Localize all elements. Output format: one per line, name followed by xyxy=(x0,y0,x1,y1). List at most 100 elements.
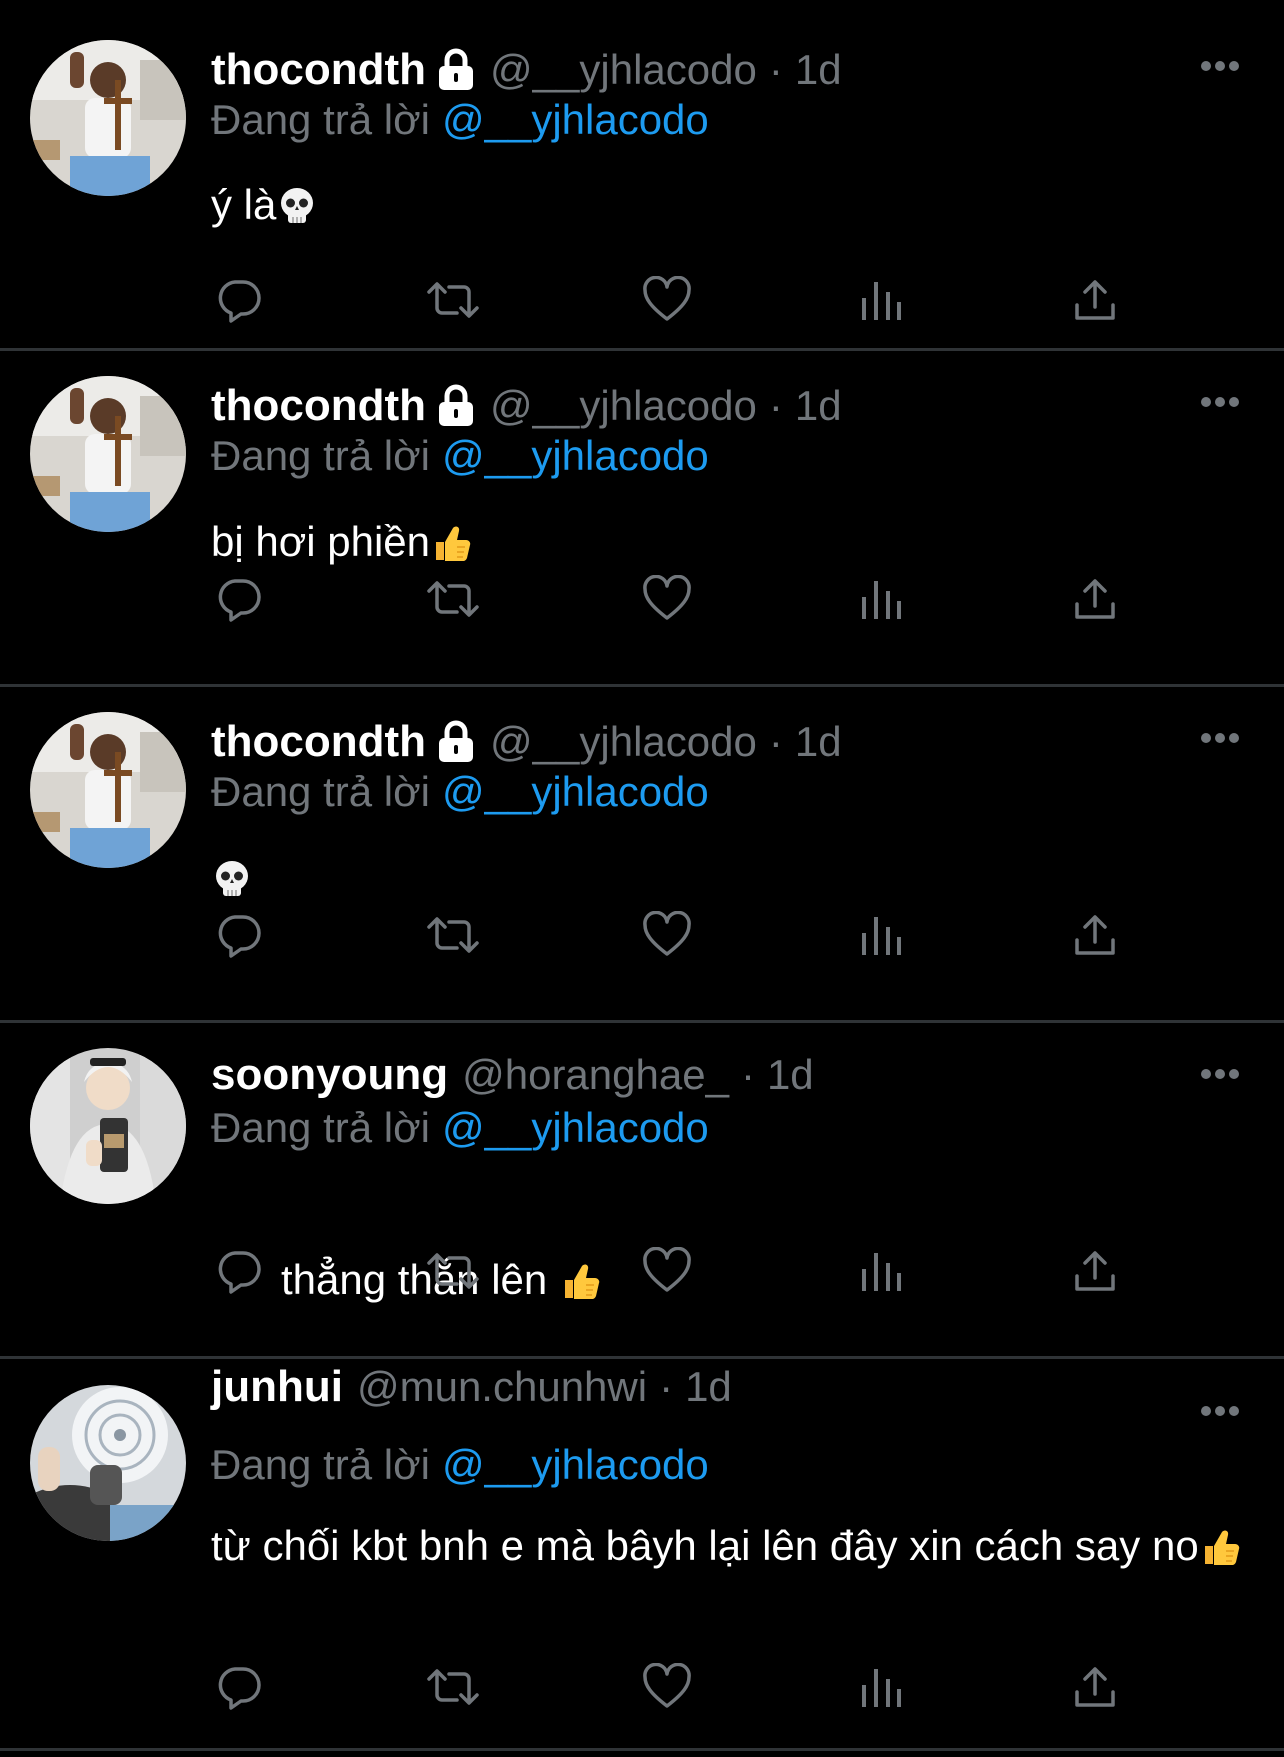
like-button[interactable] xyxy=(639,1659,695,1715)
reply-icon xyxy=(218,579,261,622)
handle[interactable]: @mun.chunhwi xyxy=(357,1363,647,1411)
retweet-icon xyxy=(427,917,479,953)
display-name[interactable]: thocondth xyxy=(211,381,426,431)
tweet-text: ý là xyxy=(211,172,1241,238)
like-button[interactable] xyxy=(639,571,695,627)
views-button[interactable] xyxy=(853,1243,909,1299)
tweet-header: thocondth @__yjhlacodo · 1d xyxy=(211,714,842,770)
share-icon xyxy=(1075,1251,1115,1291)
lock-icon xyxy=(439,48,474,90)
handle[interactable]: @horanghae_ xyxy=(462,1051,729,1099)
thumbs-up-emoji-icon xyxy=(1204,1530,1239,1565)
views-icon xyxy=(862,917,901,955)
handle[interactable]: @__yjhlacodo xyxy=(490,382,757,430)
avatar[interactable] xyxy=(30,40,186,196)
avatar[interactable] xyxy=(30,376,186,532)
separator-dot: · xyxy=(740,1051,755,1098)
reply-button[interactable] xyxy=(211,907,267,963)
share-button[interactable] xyxy=(1067,571,1123,627)
tweet-text-content: từ chối kbt bnh e mà bâyh lại lên đây xi… xyxy=(211,1522,1199,1569)
reply-icon xyxy=(218,280,261,323)
share-button[interactable] xyxy=(1067,907,1123,963)
reply-button[interactable] xyxy=(211,1243,267,1299)
tweet-text xyxy=(211,845,1241,911)
avatar[interactable] xyxy=(30,712,186,868)
retweet-button[interactable] xyxy=(425,1659,481,1715)
tweet[interactable]: thocondth @__yjhlacodo · 1d Đang trả lời… xyxy=(0,351,1284,685)
tweet-actions xyxy=(211,1659,1115,1715)
display-name[interactable]: junhui xyxy=(211,1362,343,1412)
replying-to: Đang trả lời @__yjhlacodo xyxy=(211,432,709,480)
timestamp[interactable]: 1d xyxy=(795,382,842,430)
separator-dot: · xyxy=(768,46,783,93)
more-options-icon[interactable] xyxy=(1200,1405,1240,1417)
retweet-icon xyxy=(427,282,479,318)
handle[interactable]: @__yjhlacodo xyxy=(490,718,757,766)
replying-to: Đang trả lời @__yjhlacodo xyxy=(211,768,709,816)
more-options-icon[interactable] xyxy=(1200,396,1240,408)
retweet-button[interactable] xyxy=(425,272,481,328)
tweet-header: thocondth @__yjhlacodo · 1d xyxy=(211,42,842,98)
retweet-icon xyxy=(427,1669,479,1705)
timestamp[interactable]: 1d xyxy=(767,1051,814,1099)
share-icon xyxy=(1075,1667,1115,1707)
replying-to-label: Đang trả lời xyxy=(211,1441,430,1488)
tweet-header: soonyoung @horanghae_ · 1d xyxy=(211,1047,814,1103)
timestamp[interactable]: 1d xyxy=(685,1363,732,1411)
reply-button[interactable] xyxy=(211,1659,267,1715)
tweet-actions xyxy=(211,571,1115,627)
share-button[interactable] xyxy=(1067,272,1123,328)
display-name[interactable]: thocondth xyxy=(211,717,426,767)
views-button[interactable] xyxy=(853,272,909,328)
share-button[interactable] xyxy=(1067,1243,1123,1299)
timestamp[interactable]: 1d xyxy=(795,718,842,766)
display-name[interactable]: thocondth xyxy=(211,45,426,95)
tweet-text: từ chối kbt bnh e mà bâyh lại lên đây xi… xyxy=(211,1513,1241,1579)
tweet-actions xyxy=(211,272,1115,328)
lock-icon xyxy=(439,384,474,426)
like-icon xyxy=(643,276,691,321)
tweet[interactable]: thocondth @__yjhlacodo · 1d Đang trả lời… xyxy=(0,687,1284,1021)
like-button[interactable] xyxy=(639,1243,695,1299)
like-icon xyxy=(643,575,691,620)
avatar[interactable] xyxy=(30,1048,186,1204)
views-button[interactable] xyxy=(853,1659,909,1715)
like-button[interactable] xyxy=(639,907,695,963)
views-icon xyxy=(862,1669,901,1707)
like-button[interactable] xyxy=(639,272,695,328)
replying-to-handle[interactable]: @__yjhlacodo xyxy=(442,768,709,815)
replying-to-handle[interactable]: @__yjhlacodo xyxy=(442,1104,709,1151)
separator-dot: · xyxy=(659,1363,674,1410)
retweet-button[interactable] xyxy=(425,907,481,963)
tweet[interactable]: thocondth @__yjhlacodo · 1d Đang trả lời… xyxy=(0,0,1284,350)
views-icon xyxy=(862,1253,901,1291)
reply-icon xyxy=(218,1667,261,1710)
more-options-icon[interactable] xyxy=(1200,60,1240,72)
reply-button[interactable] xyxy=(211,571,267,627)
display-name[interactable]: soonyoung xyxy=(211,1050,448,1100)
replying-to: Đang trả lời @__yjhlacodo xyxy=(211,96,709,144)
more-options-icon[interactable] xyxy=(1200,732,1240,744)
retweet-button[interactable] xyxy=(425,571,481,627)
views-button[interactable] xyxy=(853,907,909,963)
tweet[interactable]: junhui @mun.chunhwi · 1d Đang trả lời @__… xyxy=(0,1359,1284,1751)
replying-to-handle[interactable]: @__yjhlacodo xyxy=(442,1441,709,1488)
share-button[interactable] xyxy=(1067,1659,1123,1715)
views-button[interactable] xyxy=(853,571,909,627)
share-icon xyxy=(1075,579,1115,619)
reply-button[interactable] xyxy=(211,272,267,328)
replying-to-label: Đang trả lời xyxy=(211,768,430,815)
views-icon xyxy=(862,581,901,619)
timestamp[interactable]: 1d xyxy=(795,46,842,94)
separator-dot: · xyxy=(768,718,783,765)
share-icon xyxy=(1075,915,1115,955)
handle[interactable]: @__yjhlacodo xyxy=(490,46,757,94)
tweet-header: junhui @mun.chunhwi · 1d xyxy=(211,1359,732,1415)
retweet-button[interactable] xyxy=(425,1243,481,1299)
tweet[interactable]: soonyoung @horanghae_ · 1d Đang trả lời @… xyxy=(0,1023,1284,1357)
avatar[interactable] xyxy=(30,1385,186,1541)
more-options-icon[interactable] xyxy=(1200,1068,1240,1080)
replying-to-handle[interactable]: @__yjhlacodo xyxy=(442,96,709,143)
like-icon xyxy=(643,1663,691,1708)
replying-to-handle[interactable]: @__yjhlacodo xyxy=(442,432,709,479)
